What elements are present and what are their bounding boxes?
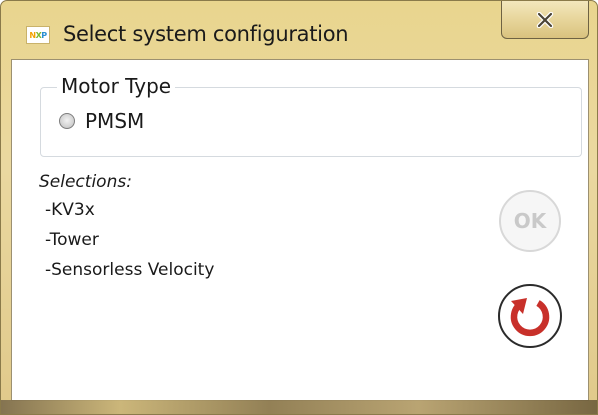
close-button[interactable] <box>501 1 589 39</box>
reset-button[interactable] <box>498 284 562 348</box>
radio-pmsm-label: PMSM <box>85 109 145 133</box>
dialog-content: Motor Type PMSM Selections: -KV3x -Tower… <box>11 59 589 401</box>
reset-arrow-icon <box>510 298 550 337</box>
close-x-icon <box>536 11 554 28</box>
selection-item: -Tower <box>45 230 99 250</box>
selections-heading: Selections: <box>39 172 132 192</box>
radio-button-icon[interactable] <box>59 113 75 129</box>
radio-pmsm[interactable]: PMSM <box>59 109 144 133</box>
motor-type-group: Motor Type PMSM <box>40 74 582 157</box>
motor-type-legend: Motor Type <box>57 74 176 98</box>
ok-button[interactable]: OK <box>499 190 561 252</box>
selection-item: -Sensorless Velocity <box>45 260 215 280</box>
window-title: Select system configuration <box>63 22 349 46</box>
nxp-logo-icon: NXP <box>26 26 50 44</box>
selection-item: -KV3x <box>45 200 95 220</box>
title-bar[interactable]: NXP Select system configuration <box>1 1 597 59</box>
dialog-window: NXP Select system configuration Motor Ty… <box>0 0 598 415</box>
window-bottom-frame <box>1 400 597 414</box>
